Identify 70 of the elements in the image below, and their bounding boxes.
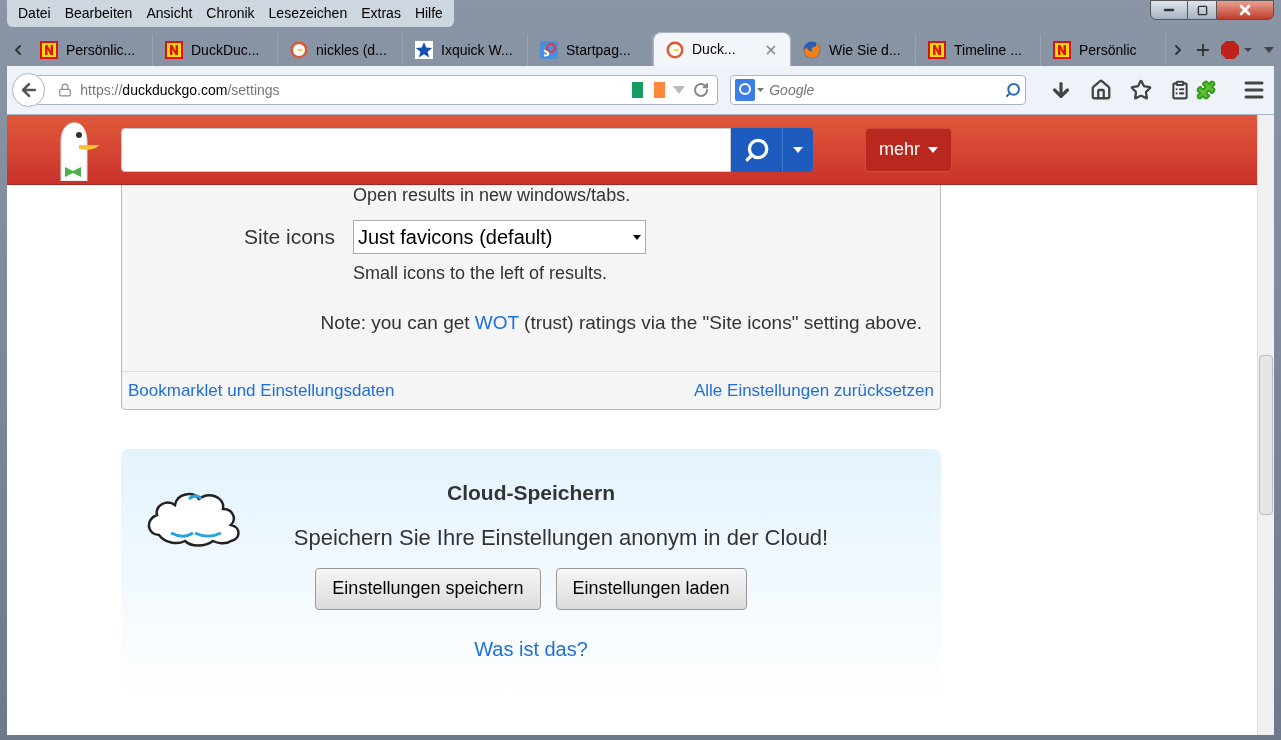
menu-item[interactable]: Lesezeichen <box>261 3 355 24</box>
lock-icon <box>58 83 73 97</box>
puzzle-icon[interactable] <box>1196 80 1216 100</box>
help-link[interactable]: Was ist das? <box>474 633 588 664</box>
tab-title: Persönlic... <box>66 40 136 60</box>
n-logo-icon <box>928 41 946 59</box>
tab-title: Timeline ... <box>954 40 1022 60</box>
tab-title: Duck... <box>692 40 736 59</box>
dropdown-caret-icon[interactable] <box>1264 46 1274 54</box>
search-placeholder: Google <box>769 80 815 100</box>
cloud-title: Cloud-Speichern <box>447 480 615 506</box>
tab-title: Ixquick W... <box>441 40 513 60</box>
caret-icon <box>793 146 803 153</box>
new-tab-icon[interactable] <box>1194 41 1212 59</box>
cloud-button[interactable]: Einstellungen laden <box>555 567 747 610</box>
note-text: Note: you can get WOT (trust) ratings via the "Site icons" setting above. <box>319 311 922 335</box>
footer-link[interactable]: Alle Einstellungen zurücksetzen <box>693 377 934 404</box>
menu-item[interactable]: Chronik <box>199 3 262 24</box>
clipboard-icon[interactable] <box>1170 80 1190 100</box>
home-icon[interactable] <box>1090 79 1112 101</box>
more-button[interactable]: mehr <box>865 127 952 172</box>
flag-icon <box>632 82 666 98</box>
tab-title: Wie Sie d... <box>829 40 901 60</box>
maximize-icon <box>1196 4 1208 16</box>
minimize-button[interactable] <box>1150 0 1188 20</box>
duck-logo-icon <box>666 40 684 59</box>
site-icons-select[interactable]: Just favicons (default) <box>353 220 646 254</box>
menu-item[interactable]: Hilfe <box>407 3 450 24</box>
star-icon <box>415 41 433 59</box>
download-icon[interactable] <box>1050 79 1072 101</box>
caret-icon <box>928 146 938 153</box>
search-field[interactable] <box>121 127 731 172</box>
maximize-button[interactable] <box>1188 0 1216 20</box>
tab-title: nickles (d... <box>316 40 387 60</box>
close-button[interactable] <box>1216 0 1274 20</box>
search-button[interactable] <box>731 127 783 172</box>
footer-link[interactable]: Bookmarklet und Einstellungsdaten <box>128 377 395 404</box>
g-logo-icon[interactable] <box>735 79 766 101</box>
option-hint: Small icons to the left of results. <box>353 262 609 285</box>
cloud-button[interactable]: Einstellungen speichern <box>315 567 541 610</box>
back-button[interactable] <box>12 73 46 107</box>
close-icon <box>1237 2 1253 18</box>
search-icon[interactable] <box>1005 82 1021 98</box>
address-bar[interactable]: https://duckduckgo.com/settings <box>37 75 719 105</box>
star-icon[interactable] <box>1130 79 1152 101</box>
n-logo-icon <box>1053 41 1071 59</box>
menu-item[interactable]: Extras <box>354 3 408 24</box>
url-text: https://duckduckgo.com/settings <box>80 80 280 100</box>
scrollbar[interactable] <box>1257 115 1274 735</box>
tab-title: DuckDuc... <box>191 40 260 60</box>
tab-title: Persönlic <box>1079 40 1137 60</box>
search-field[interactable]: Google <box>730 75 1026 105</box>
search-icon <box>743 136 770 163</box>
caret-icon <box>633 234 641 240</box>
n-logo-icon <box>40 41 58 59</box>
reload-icon[interactable] <box>693 82 710 98</box>
duck-logo-icon <box>290 41 308 59</box>
tab-title: Startpag... <box>566 40 631 60</box>
cloud-text: Speichern Sie Ihre Einstellungen anonym in der Cloud! <box>293 523 829 552</box>
menu-item[interactable]: Bearbeiten <box>57 3 140 24</box>
menu-item[interactable]: Ansicht <box>139 3 200 24</box>
n-logo-icon <box>165 41 183 59</box>
wot-link[interactable]: WOT <box>474 312 519 333</box>
search-options-button[interactable] <box>783 127 813 172</box>
menu-item[interactable]: Datei <box>11 3 58 24</box>
browser-tab[interactable]: Duck... <box>653 32 791 66</box>
sp-logo-icon <box>540 41 558 59</box>
option-label: Site icons <box>242 224 335 251</box>
fox-globe-icon <box>803 41 821 59</box>
option-hint: Open results in new windows/tabs. <box>353 186 632 204</box>
